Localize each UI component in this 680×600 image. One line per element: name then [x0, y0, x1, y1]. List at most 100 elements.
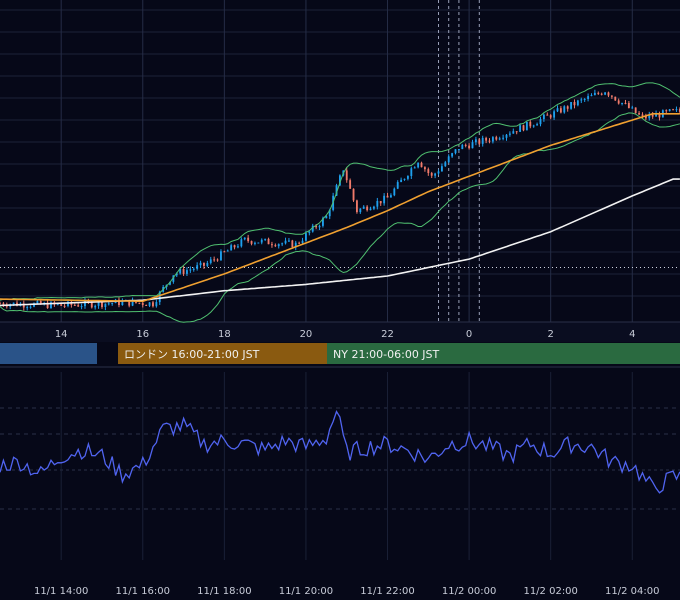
bullish-candle [539, 119, 542, 125]
bearish-candle [203, 262, 205, 266]
bullish-candle [199, 262, 202, 266]
bearish-candle [90, 302, 93, 308]
bullish-candle [454, 149, 457, 154]
session-block [0, 343, 97, 364]
bullish-candle [107, 303, 110, 305]
bullish-candle [284, 240, 287, 244]
bearish-candle [77, 305, 80, 307]
bearish-candle [63, 305, 66, 307]
bearish-candle [216, 259, 219, 261]
chart-canvas: 14 16 18 20 22 0 2 4 ロンドン 16:00-21:00 JST NY 21:… [0, 0, 680, 600]
bullish-candle [440, 166, 443, 172]
price-x-tick-label: 22 [381, 329, 394, 340]
bearish-candle [101, 301, 103, 307]
bullish-candle [553, 111, 556, 118]
bearish-candle [614, 96, 617, 101]
bearish-candle [607, 92, 610, 96]
bullish-candle [437, 171, 440, 174]
bullish-candle [12, 302, 15, 305]
bullish-candle [393, 188, 396, 196]
bearish-candle [478, 139, 481, 144]
bearish-candle [651, 114, 654, 117]
bearish-candle [352, 188, 355, 201]
bearish-candle [566, 106, 569, 109]
bullish-candle [230, 245, 233, 251]
bearish-candle [464, 144, 467, 146]
bullish-candle [189, 269, 192, 271]
x-axis-band [0, 322, 680, 342]
bullish-candle [240, 239, 243, 247]
bullish-candle [668, 109, 671, 111]
bullish-candle [563, 106, 566, 113]
bearish-candle [423, 167, 426, 170]
bearish-candle [274, 245, 277, 247]
bullish-candle [576, 100, 579, 106]
bearish-candle [145, 304, 148, 306]
bullish-candle [556, 108, 559, 112]
bearish-candle [291, 240, 294, 248]
bullish-candle [196, 265, 199, 269]
bullish-candle [220, 251, 222, 261]
bullish-candle [461, 144, 464, 150]
bullish-candle [260, 239, 263, 243]
bearish-candle [641, 114, 644, 116]
bearish-candle [522, 125, 525, 131]
bullish-candle [209, 259, 212, 263]
bullish-candle [186, 270, 188, 274]
bullish-candle [451, 153, 454, 157]
bearish-candle [182, 269, 185, 274]
bullish-candle [369, 208, 372, 211]
bullish-candle [206, 262, 209, 266]
bullish-candle [301, 240, 304, 243]
bullish-candle [372, 206, 375, 209]
bullish-candle [359, 208, 362, 213]
bearish-candle [152, 302, 154, 307]
bearish-candle [600, 93, 603, 95]
bullish-candle [36, 301, 39, 304]
price-x-tick-label: 4 [629, 329, 635, 340]
bearish-candle [665, 110, 668, 112]
oscillator-x-tick-label: 11/1 16:00 [116, 586, 170, 597]
bullish-candle [389, 195, 392, 198]
bearish-candle [379, 200, 382, 204]
price-x-tick-label: 20 [300, 329, 313, 340]
bullish-candle [621, 102, 624, 104]
bearish-candle [468, 145, 471, 149]
bullish-candle [498, 138, 501, 140]
bearish-candle [515, 131, 518, 133]
bullish-candle [155, 302, 158, 307]
bearish-candle [355, 200, 358, 213]
bearish-candle [427, 169, 430, 174]
bullish-candle [525, 121, 528, 131]
bullish-candle [532, 125, 535, 127]
bullish-candle [383, 195, 386, 204]
oscillator-x-tick-label: 11/1 14:00 [34, 586, 88, 597]
bullish-candle [29, 306, 32, 308]
oscillator-x-tick-label: 11/2 04:00 [605, 586, 659, 597]
bullish-candle [457, 149, 460, 151]
bearish-candle [610, 95, 613, 97]
bullish-candle [444, 162, 447, 167]
bullish-candle [254, 242, 256, 244]
bearish-candle [485, 137, 488, 141]
oscillator-x-tick-label: 11/1 22:00 [360, 586, 414, 597]
bullish-candle [447, 156, 450, 163]
session-label: NY 21:00-06:00 JST [333, 348, 440, 361]
bearish-candle [549, 115, 552, 118]
bullish-candle [318, 225, 321, 228]
bullish-candle [491, 137, 494, 142]
bearish-candle [267, 238, 270, 245]
bullish-candle [434, 173, 437, 176]
price-x-tick-label: 14 [55, 329, 68, 340]
bullish-candle [94, 305, 97, 308]
price-x-tick-label: 0 [466, 329, 472, 340]
bullish-candle [587, 96, 590, 99]
bullish-candle [410, 168, 413, 177]
bearish-candle [223, 251, 226, 253]
bullish-candle [502, 137, 505, 139]
session-label: ロンドン 16:00-21:00 JST [124, 348, 260, 361]
bearish-candle [0, 303, 1, 305]
bullish-candle [604, 92, 607, 95]
bearish-candle [672, 109, 675, 111]
bearish-candle [345, 170, 348, 181]
